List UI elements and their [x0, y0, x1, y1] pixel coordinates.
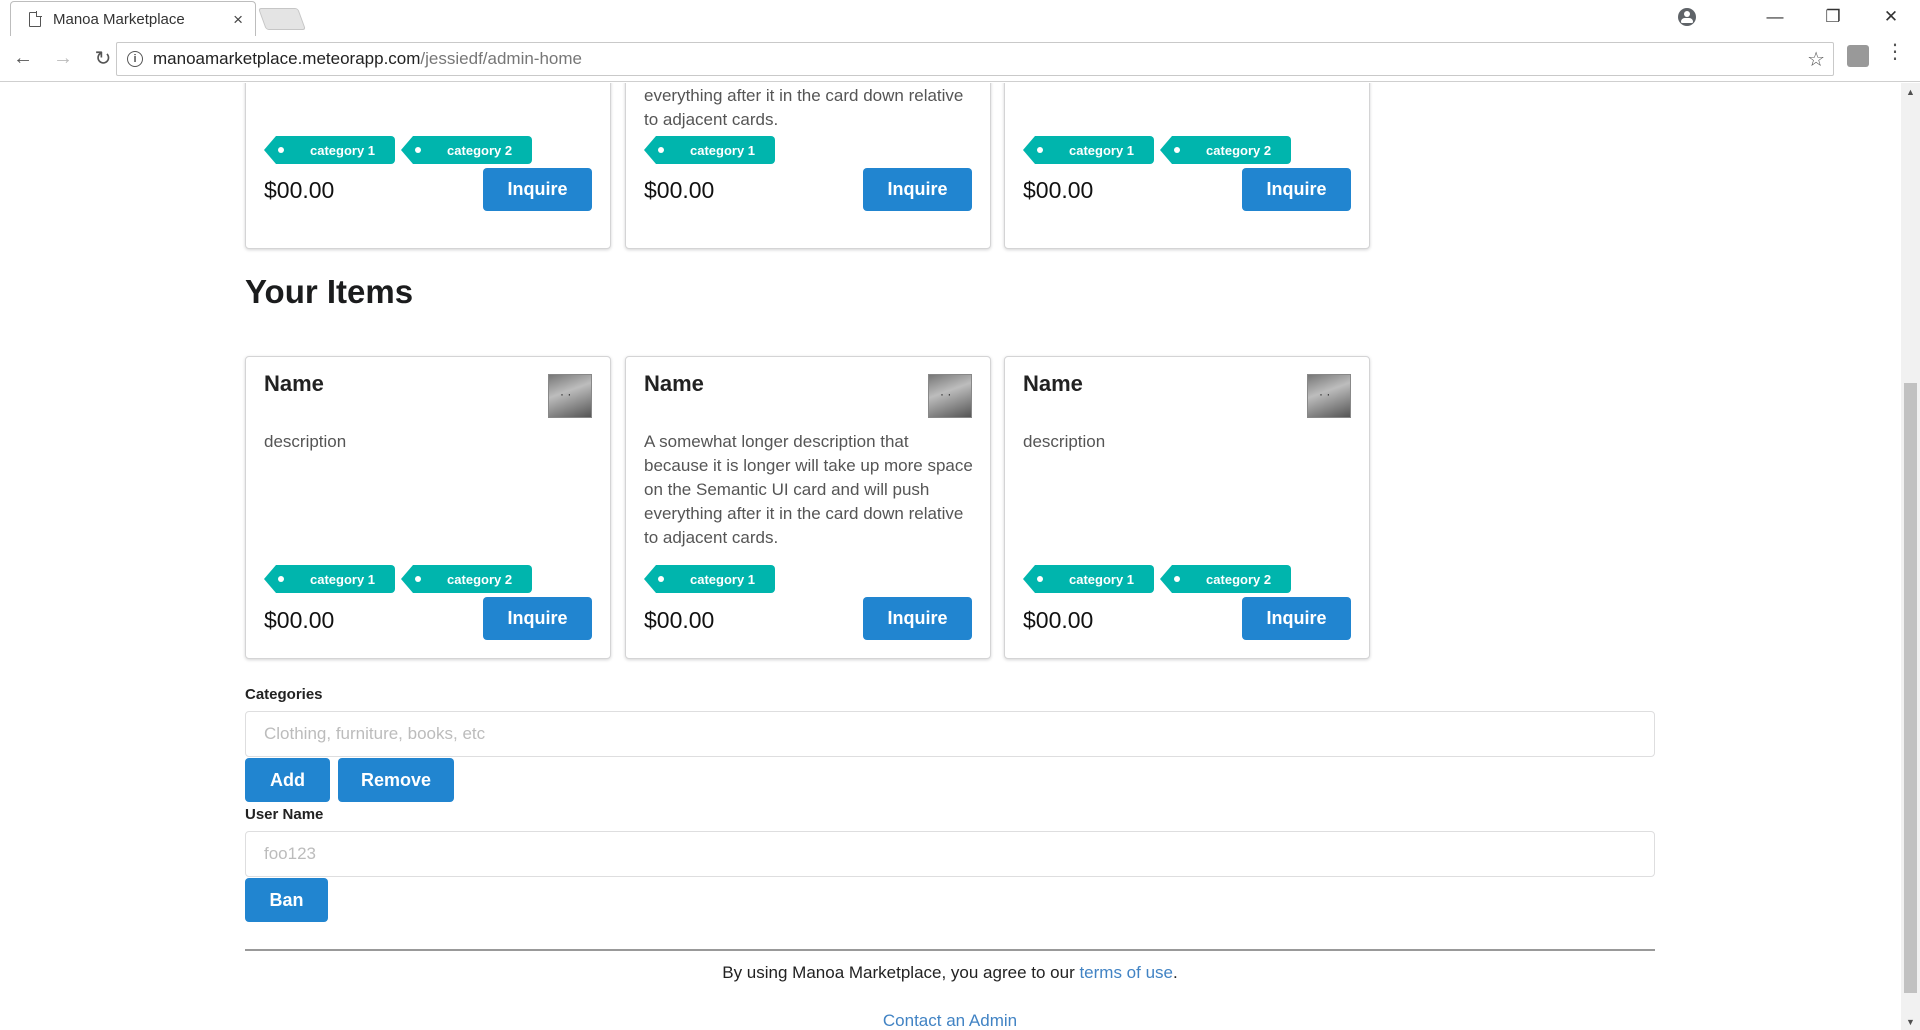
tab-title: Manoa Marketplace [53, 10, 185, 28]
footer-text-after: . [1173, 963, 1178, 982]
item-price: $00.00 [644, 177, 715, 203]
page-viewport: category 1 category 2 $00.00 Inquire on … [0, 83, 1901, 1030]
item-name: Name [644, 371, 704, 396]
menu-icon[interactable]: ⋮ [1885, 42, 1905, 62]
url-text: manoamarketplace.meteorapp.com/jessiedf/… [153, 49, 582, 69]
new-tab-button[interactable] [257, 8, 307, 30]
categories-label: Categories [245, 686, 323, 703]
item-price: $00.00 [264, 607, 335, 633]
footer-divider [245, 949, 1655, 951]
url-host: manoamarketplace.meteorapp.com [153, 49, 421, 68]
category-label[interactable]: category 1 [263, 136, 396, 164]
item-description: description [1023, 432, 1106, 451]
scroll-up-arrow-icon[interactable]: ▲ [1901, 83, 1920, 100]
item-card: Name A somewhat longer description that … [625, 356, 991, 659]
add-category-button[interactable]: Add [245, 758, 330, 802]
restore-button[interactable]: ❐ [1804, 0, 1862, 34]
user-name-label: User Name [245, 806, 324, 823]
user-name-input[interactable] [245, 831, 1655, 877]
item-thumbnail [928, 374, 972, 418]
category-label[interactable]: category 1 [643, 565, 776, 593]
page-scrollbar[interactable]: ▲ ▼ [1901, 83, 1920, 1030]
scroll-thumb[interactable] [1904, 383, 1917, 993]
item-card: category 1 category 2 $00.00 Inquire [245, 83, 611, 249]
item-description: on the Semantic UI card and will push ev… [644, 86, 964, 129]
category-labels: category 1 [643, 565, 776, 593]
remove-category-button[interactable]: Remove [338, 758, 454, 802]
browser-tabstrip: Manoa Marketplace × — ❐ ✕ [0, 0, 1920, 36]
category-label[interactable]: category 1 [1022, 136, 1155, 164]
footer-terms: By using Manoa Marketplace, you agree to… [245, 963, 1655, 983]
bookmark-star-icon[interactable]: ☆ [1807, 47, 1825, 72]
url-path: /jessiedf/admin-home [420, 49, 582, 68]
terms-of-use-link[interactable]: terms of use [1079, 963, 1173, 982]
browser-tab[interactable]: Manoa Marketplace × [10, 1, 256, 36]
categories-input[interactable] [245, 711, 1655, 757]
extension-icon[interactable] [1847, 45, 1869, 67]
item-card: category 1 category 2 $00.00 Inquire [1004, 83, 1370, 249]
item-name: Name [264, 371, 324, 396]
minimize-button[interactable]: — [1746, 0, 1804, 34]
item-description: description [264, 432, 347, 451]
inquire-button[interactable]: Inquire [863, 168, 972, 211]
inquire-button[interactable]: Inquire [483, 168, 592, 211]
category-label[interactable]: category 1 [263, 565, 396, 593]
category-label[interactable]: category 1 [1022, 565, 1155, 593]
back-button[interactable]: ← [6, 42, 40, 76]
category-label[interactable]: category 1 [643, 136, 776, 164]
item-card: Name description category 1 category 2 $… [1004, 356, 1370, 659]
your-items-heading: Your Items [245, 273, 414, 310]
item-price: $00.00 [264, 177, 335, 203]
item-price: $00.00 [1023, 607, 1094, 633]
inquire-button[interactable]: Inquire [863, 597, 972, 640]
category-labels: category 1 category 2 [263, 136, 533, 164]
item-card: Name description category 1 category 2 $… [245, 356, 611, 659]
info-icon[interactable]: i [127, 51, 143, 67]
category-label[interactable]: category 2 [1160, 136, 1292, 164]
item-price: $00.00 [644, 607, 715, 633]
item-description: A somewhat longer description that becau… [644, 432, 973, 547]
window-controls: — ❐ ✕ [1678, 0, 1920, 34]
scroll-down-arrow-icon[interactable]: ▼ [1901, 1013, 1920, 1030]
forward-button[interactable]: → [46, 42, 80, 76]
category-labels: category 1 [643, 136, 776, 164]
category-labels: category 1 category 2 [1022, 136, 1292, 164]
category-labels: category 1 category 2 [1022, 565, 1292, 593]
page-icon [29, 11, 42, 27]
address-bar[interactable]: i manoamarketplace.meteorapp.com/jessied… [116, 42, 1834, 76]
item-card: on the Semantic UI card and will push ev… [625, 83, 991, 249]
browser-toolbar: ← → ↻ i manoamarketplace.meteorapp.com/j… [0, 36, 1920, 82]
category-labels: category 1 category 2 [263, 565, 533, 593]
contact-admin-link[interactable]: Contact an Admin [245, 1011, 1655, 1030]
close-window-button[interactable]: ✕ [1862, 0, 1920, 34]
item-thumbnail [1307, 374, 1351, 418]
inquire-button[interactable]: Inquire [1242, 168, 1351, 211]
inquire-button[interactable]: Inquire [483, 597, 592, 640]
inquire-button[interactable]: Inquire [1242, 597, 1351, 640]
tab-close-icon[interactable]: × [233, 11, 243, 28]
item-thumbnail [548, 374, 592, 418]
category-label[interactable]: category 2 [401, 136, 533, 164]
ban-button[interactable]: Ban [245, 878, 328, 922]
category-label[interactable]: category 2 [401, 565, 533, 593]
category-label[interactable]: category 2 [1160, 565, 1292, 593]
item-price: $00.00 [1023, 177, 1094, 203]
account-icon[interactable] [1678, 8, 1696, 26]
reload-button[interactable]: ↻ [86, 42, 120, 76]
footer-text-before: By using Manoa Marketplace, you agree to… [722, 963, 1080, 982]
item-name: Name [1023, 371, 1083, 396]
